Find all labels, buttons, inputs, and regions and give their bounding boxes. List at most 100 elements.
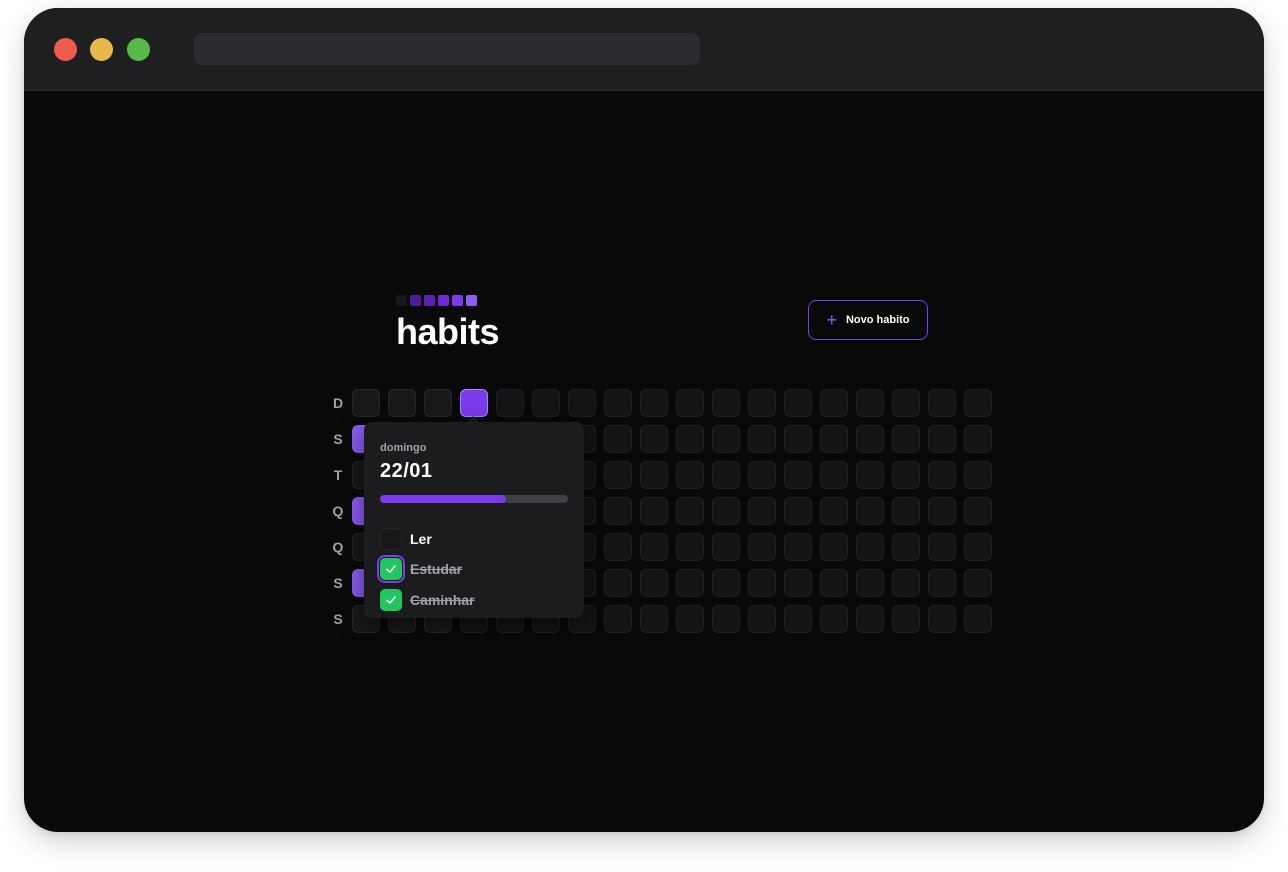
day-cell[interactable]: [928, 569, 956, 597]
day-cell[interactable]: [748, 461, 776, 489]
day-cell[interactable]: [820, 569, 848, 597]
day-cell[interactable]: [892, 497, 920, 525]
day-cell[interactable]: [820, 533, 848, 561]
day-cell[interactable]: [892, 605, 920, 633]
day-cell[interactable]: [964, 533, 992, 561]
habit-item[interactable]: Ler: [380, 528, 432, 550]
day-cell[interactable]: [928, 389, 956, 417]
day-cell[interactable]: [460, 389, 488, 417]
day-cell[interactable]: [676, 569, 704, 597]
day-cell[interactable]: [964, 569, 992, 597]
day-cell[interactable]: [604, 461, 632, 489]
day-cell[interactable]: [604, 389, 632, 417]
day-cell[interactable]: [928, 533, 956, 561]
logo-square: [396, 295, 407, 306]
habit-checkbox[interactable]: [380, 589, 402, 611]
day-cell[interactable]: [820, 605, 848, 633]
day-cell[interactable]: [856, 497, 884, 525]
day-cell[interactable]: [784, 533, 812, 561]
day-cell[interactable]: [784, 389, 812, 417]
day-cell[interactable]: [388, 389, 416, 417]
day-cell[interactable]: [352, 389, 380, 417]
day-cell[interactable]: [532, 389, 560, 417]
day-cell[interactable]: [892, 389, 920, 417]
day-cell[interactable]: [928, 461, 956, 489]
day-cell[interactable]: [640, 569, 668, 597]
day-cell[interactable]: [712, 425, 740, 453]
day-cell[interactable]: [604, 605, 632, 633]
day-cell[interactable]: [712, 461, 740, 489]
day-cell[interactable]: [640, 605, 668, 633]
day-cell[interactable]: [892, 569, 920, 597]
day-cell[interactable]: [496, 389, 524, 417]
day-cell[interactable]: [676, 389, 704, 417]
day-cell[interactable]: [676, 533, 704, 561]
day-cell[interactable]: [856, 389, 884, 417]
day-cell[interactable]: [856, 569, 884, 597]
maximize-window-button[interactable]: [127, 38, 150, 61]
close-window-button[interactable]: [54, 38, 77, 61]
day-cell[interactable]: [676, 425, 704, 453]
title-bar: [24, 8, 1264, 91]
day-cell[interactable]: [856, 425, 884, 453]
day-cell[interactable]: [640, 497, 668, 525]
day-cell[interactable]: [784, 605, 812, 633]
day-cell[interactable]: [784, 461, 812, 489]
day-cell[interactable]: [712, 569, 740, 597]
day-cell[interactable]: [712, 497, 740, 525]
day-cell[interactable]: [748, 425, 776, 453]
day-cell[interactable]: [820, 425, 848, 453]
day-cell[interactable]: [640, 389, 668, 417]
day-cell[interactable]: [712, 389, 740, 417]
day-cell[interactable]: [604, 533, 632, 561]
day-cell[interactable]: [748, 533, 776, 561]
minimize-window-button[interactable]: [90, 38, 113, 61]
habit-checkbox[interactable]: [377, 555, 405, 583]
day-cell[interactable]: [640, 425, 668, 453]
check-icon: [386, 596, 396, 604]
day-cell[interactable]: [928, 497, 956, 525]
day-cell[interactable]: [676, 497, 704, 525]
day-cell[interactable]: [604, 425, 632, 453]
day-cell[interactable]: [748, 389, 776, 417]
logo-square: [424, 295, 435, 306]
day-cell[interactable]: [892, 533, 920, 561]
day-cell[interactable]: [784, 497, 812, 525]
day-cell[interactable]: [964, 605, 992, 633]
new-habit-button[interactable]: + Novo habito: [808, 300, 928, 340]
day-cell[interactable]: [604, 569, 632, 597]
day-cell[interactable]: [964, 389, 992, 417]
day-cell[interactable]: [892, 425, 920, 453]
day-cell[interactable]: [712, 533, 740, 561]
day-cell[interactable]: [748, 497, 776, 525]
day-cell[interactable]: [856, 533, 884, 561]
day-cell[interactable]: [424, 389, 452, 417]
day-cell[interactable]: [856, 461, 884, 489]
day-cell[interactable]: [676, 605, 704, 633]
habit-checkbox[interactable]: [380, 528, 402, 550]
day-cell[interactable]: [712, 605, 740, 633]
day-cell[interactable]: [748, 605, 776, 633]
day-cell[interactable]: [748, 569, 776, 597]
day-cell[interactable]: [640, 461, 668, 489]
address-bar[interactable]: [194, 33, 700, 65]
day-cell[interactable]: [964, 425, 992, 453]
day-cell[interactable]: [928, 605, 956, 633]
day-cell[interactable]: [820, 461, 848, 489]
logo-square: [410, 295, 421, 306]
day-cell[interactable]: [820, 497, 848, 525]
day-cell[interactable]: [784, 569, 812, 597]
day-cell[interactable]: [928, 425, 956, 453]
day-cell[interactable]: [856, 605, 884, 633]
day-cell[interactable]: [820, 389, 848, 417]
day-cell[interactable]: [676, 461, 704, 489]
day-cell[interactable]: [964, 497, 992, 525]
day-cell[interactable]: [604, 497, 632, 525]
habit-item[interactable]: Estudar: [377, 555, 462, 583]
day-cell[interactable]: [964, 461, 992, 489]
day-cell[interactable]: [892, 461, 920, 489]
day-cell[interactable]: [640, 533, 668, 561]
day-cell[interactable]: [568, 389, 596, 417]
day-cell[interactable]: [784, 425, 812, 453]
habit-item[interactable]: Caminhar: [380, 589, 475, 611]
